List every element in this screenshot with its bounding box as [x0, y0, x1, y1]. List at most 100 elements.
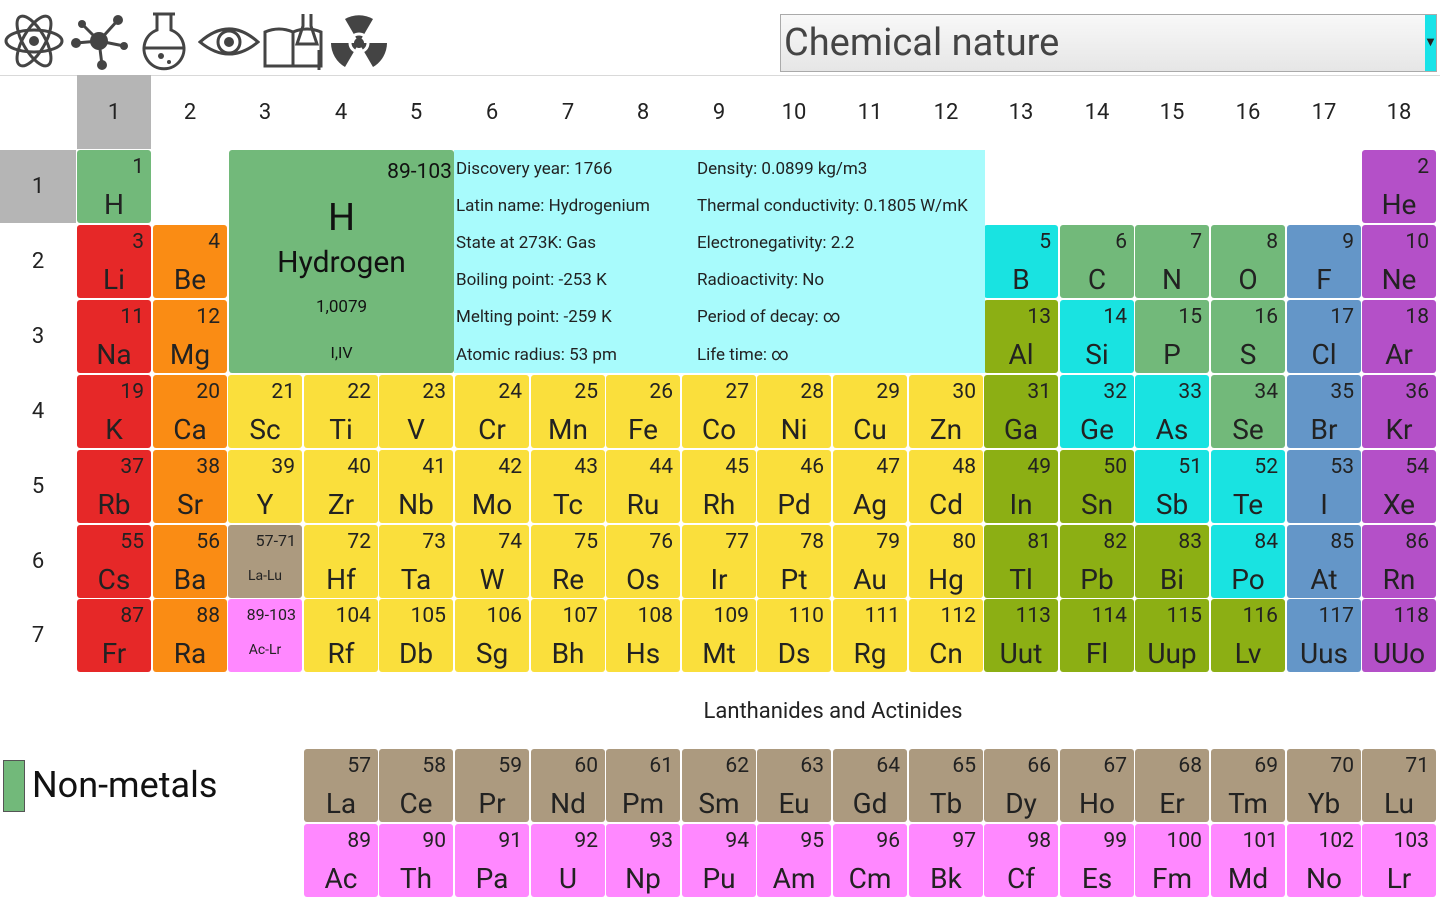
element-cell-Lr[interactable]: 103 Lr	[1362, 824, 1436, 897]
group-header-9[interactable]: 9	[682, 75, 756, 149]
element-cell-Os[interactable]: 76 Os	[606, 525, 680, 598]
element-cell-Dy[interactable]: 66 Dy	[984, 749, 1058, 822]
element-cell-Sm[interactable]: 62 Sm	[682, 749, 756, 822]
element-cell-Pd[interactable]: 46 Pd	[757, 450, 831, 523]
radiation-icon[interactable]	[328, 10, 390, 72]
element-cell-F[interactable]: 9F	[1287, 225, 1361, 298]
element-cell-Fl[interactable]: 114 Fl	[1060, 599, 1134, 672]
element-cell-Mg[interactable]: 12 Mg	[153, 300, 227, 373]
element-cell-Cf[interactable]: 98 Cf	[984, 824, 1058, 897]
element-cell-Ar[interactable]: 18 Ar	[1362, 300, 1436, 373]
element-cell-Th[interactable]: 90 Th	[379, 824, 453, 897]
element-cell-Pa[interactable]: 91 Pa	[455, 824, 529, 897]
element-cell-As[interactable]: 33 As	[1135, 375, 1209, 448]
element-cell-B[interactable]: 5B	[984, 225, 1058, 298]
period-header-1[interactable]: 1	[0, 150, 76, 223]
element-cell-Eu[interactable]: 63 Eu	[757, 749, 831, 822]
element-cell-Cs[interactable]: 55 Cs	[77, 525, 151, 598]
element-cell-Mo[interactable]: 42 Mo	[455, 450, 529, 523]
element-cell-Sb[interactable]: 51 Sb	[1135, 450, 1209, 523]
element-cell-Ne[interactable]: 10 Ne	[1362, 225, 1436, 298]
group-header-4[interactable]: 4	[304, 75, 378, 149]
element-cell-No[interactable]: 102 No	[1287, 824, 1361, 897]
element-cell-Po[interactable]: 84 Po	[1211, 525, 1285, 598]
element-cell-C[interactable]: 6C	[1060, 225, 1134, 298]
period-header-2[interactable]: 2	[0, 225, 76, 298]
group-header-18[interactable]: 18	[1362, 75, 1436, 149]
element-cell-Er[interactable]: 68 Er	[1135, 749, 1209, 822]
group-header-12[interactable]: 12	[909, 75, 983, 149]
element-cell-W[interactable]: 74 W	[455, 525, 529, 598]
element-cell-Uut[interactable]: 113 Uut	[984, 599, 1058, 672]
element-cell-Ge[interactable]: 32 Ge	[1060, 375, 1134, 448]
group-header-3[interactable]: 3	[228, 75, 302, 149]
element-cell-Bi[interactable]: 83 Bi	[1135, 525, 1209, 598]
element-cell-Rg[interactable]: 111 Rg	[833, 599, 907, 672]
element-cell-Ti[interactable]: 22 Ti	[304, 375, 378, 448]
period-header-4[interactable]: 4	[0, 375, 76, 448]
element-cell-Gd[interactable]: 64 Gd	[833, 749, 907, 822]
period-header-3[interactable]: 3	[0, 300, 76, 373]
element-cell-Ag[interactable]: 47 Ag	[833, 450, 907, 523]
element-cell-O[interactable]: 8O	[1211, 225, 1285, 298]
element-cell-Cr[interactable]: 24 Cr	[455, 375, 529, 448]
group-header-7[interactable]: 7	[531, 75, 605, 149]
group-header-17[interactable]: 17	[1287, 75, 1361, 149]
flask-icon[interactable]	[133, 10, 195, 72]
element-cell-La[interactable]: 57 La	[304, 749, 378, 822]
element-cell-Hs[interactable]: 108 Hs	[606, 599, 680, 672]
element-cell-Hf[interactable]: 72 Hf	[304, 525, 378, 598]
element-cell-Yb[interactable]: 70 Yb	[1287, 749, 1361, 822]
element-cell-Ru[interactable]: 44 Ru	[606, 450, 680, 523]
element-cell-V[interactable]: 23 V	[379, 375, 453, 448]
book-lab-icon[interactable]	[263, 10, 325, 72]
element-cell-N[interactable]: 7N	[1135, 225, 1209, 298]
group-header-5[interactable]: 5	[379, 75, 453, 149]
element-cell-Mt[interactable]: 109 Mt	[682, 599, 756, 672]
group-header-13[interactable]: 13	[984, 75, 1058, 149]
element-cell-Rn[interactable]: 86 Rn	[1362, 525, 1436, 598]
element-cell-Ca[interactable]: 20 Ca	[153, 375, 227, 448]
element-cell-Md[interactable]: 101 Md	[1211, 824, 1285, 897]
element-cell-Sr[interactable]: 38 Sr	[153, 450, 227, 523]
element-cell-Fr[interactable]: 87 Fr	[77, 599, 151, 672]
element-cell-Sn[interactable]: 50 Sn	[1060, 450, 1134, 523]
element-cell-Al[interactable]: 13 Al	[984, 300, 1058, 373]
dropdown-arrow-icon[interactable]: ▼	[1425, 15, 1436, 71]
element-cell-Rf[interactable]: 104 Rf	[304, 599, 378, 672]
group-header-14[interactable]: 14	[1060, 75, 1134, 149]
element-cell-Au[interactable]: 79 Au	[833, 525, 907, 598]
element-cell-Li[interactable]: 3 Li	[77, 225, 151, 298]
element-cell-Db[interactable]: 105 Db	[379, 599, 453, 672]
element-cell-Ni[interactable]: 28 Ni	[757, 375, 831, 448]
element-cell-Tb[interactable]: 65 Tb	[909, 749, 983, 822]
group-header-15[interactable]: 15	[1135, 75, 1209, 149]
molecule-icon[interactable]	[68, 10, 130, 72]
element-cell-Cl[interactable]: 17 Cl	[1287, 300, 1361, 373]
element-cell-Uus[interactable]: 117 Uus	[1287, 599, 1361, 672]
element-cell-Pm[interactable]: 61 Pm	[606, 749, 680, 822]
element-cell-Pr[interactable]: 59 Pr	[455, 749, 529, 822]
element-cell-Uup[interactable]: 115 Uup	[1135, 599, 1209, 672]
element-cell-Pb[interactable]: 82 Pb	[1060, 525, 1134, 598]
element-cell-Y[interactable]: 39 Y	[228, 450, 302, 523]
element-cell-Lu[interactable]: 71 Lu	[1362, 749, 1436, 822]
group-header-16[interactable]: 16	[1211, 75, 1285, 149]
period-header-7[interactable]: 7	[0, 599, 76, 672]
element-cell-Lv[interactable]: 116 Lv	[1211, 599, 1285, 672]
element-range-Ac-Lr[interactable]: 89-103 Ac-Lr	[228, 599, 302, 672]
element-range-La-Lu[interactable]: 57-71 La-Lu	[228, 525, 302, 598]
element-cell-Ra[interactable]: 88 Ra	[153, 599, 227, 672]
element-cell-Bk[interactable]: 97 Bk	[909, 824, 983, 897]
element-cell-Re[interactable]: 75 Re	[531, 525, 605, 598]
element-cell-He[interactable]: 2 He	[1362, 150, 1436, 223]
element-cell-Mn[interactable]: 25 Mn	[531, 375, 605, 448]
element-cell-Sc[interactable]: 21 Sc	[228, 375, 302, 448]
element-cell-Zn[interactable]: 30 Zn	[909, 375, 983, 448]
element-cell-U[interactable]: 92 U	[531, 824, 605, 897]
element-cell-At[interactable]: 85 At	[1287, 525, 1361, 598]
period-header-6[interactable]: 6	[0, 525, 76, 598]
element-cell-Es[interactable]: 99 Es	[1060, 824, 1134, 897]
element-cell-Ga[interactable]: 31 Ga	[984, 375, 1058, 448]
element-cell-Ho[interactable]: 67 Ho	[1060, 749, 1134, 822]
